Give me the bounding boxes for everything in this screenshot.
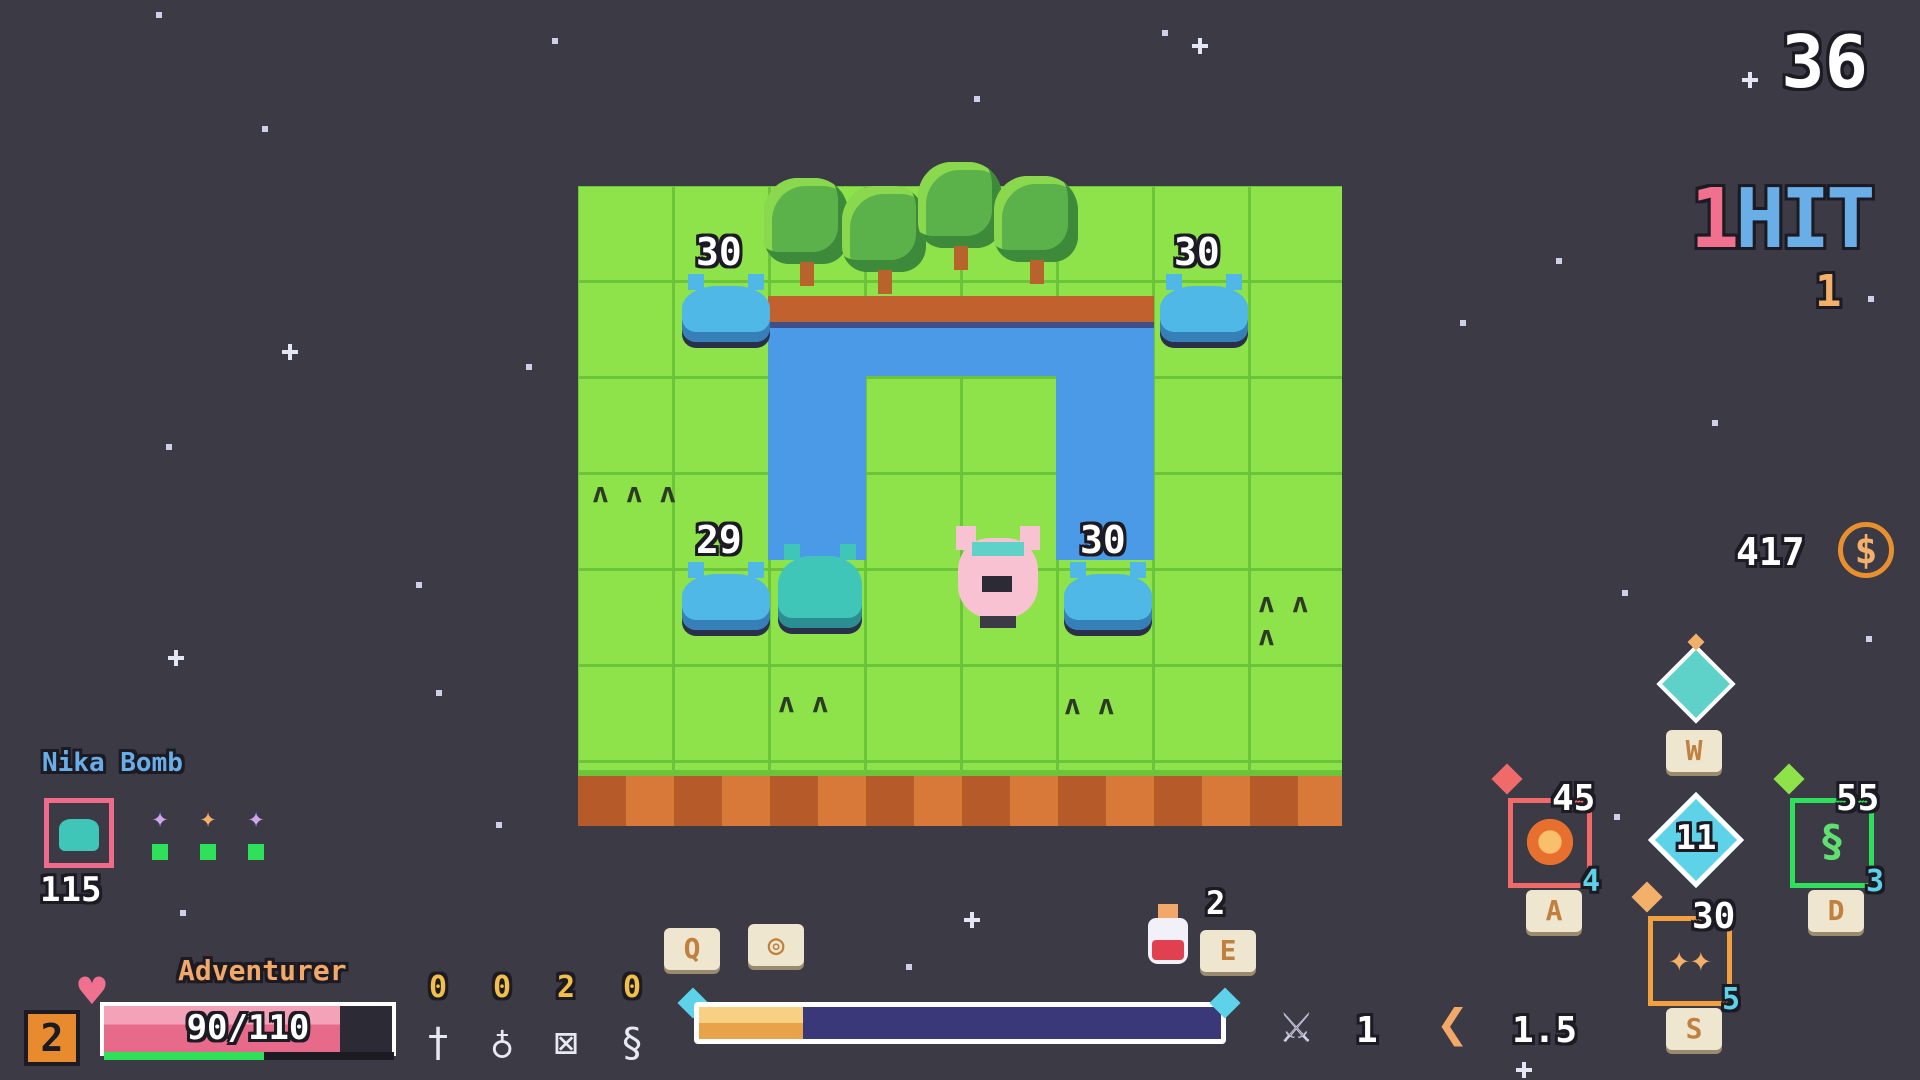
star bbox=[1712, 420, 1718, 426]
cliff-ledge bbox=[768, 296, 1154, 328]
skill-charge-fill bbox=[699, 1007, 804, 1039]
star bbox=[552, 38, 558, 44]
item-slot[interactable] bbox=[44, 798, 114, 868]
coin-icon: $ bbox=[1838, 522, 1894, 578]
health-text: 90/110 bbox=[186, 1008, 310, 1048]
health-bar: 90/110 bbox=[100, 1002, 396, 1056]
star bbox=[1162, 30, 1168, 36]
star bbox=[1866, 636, 1872, 642]
star bbox=[1460, 320, 1466, 326]
combo-sub-count: 1 bbox=[1815, 266, 1842, 317]
s-key-button[interactable]: S bbox=[1666, 1008, 1722, 1050]
star bbox=[1868, 296, 1874, 302]
star bbox=[974, 96, 980, 102]
d-ability-cost: 55 bbox=[1836, 778, 1880, 819]
star bbox=[906, 964, 912, 970]
shield-icon: ♁ bbox=[489, 1020, 515, 1066]
topaz-gem-icon bbox=[1631, 881, 1663, 913]
d-ability-level: 3 bbox=[1866, 864, 1885, 899]
star bbox=[1614, 814, 1620, 820]
enemy-hp: 29 bbox=[696, 518, 742, 562]
stat-value: 0 bbox=[622, 970, 642, 1005]
skill-charge-bar bbox=[694, 1002, 1226, 1044]
charge-pip bbox=[152, 844, 168, 860]
combo-count: 1 bbox=[1690, 172, 1739, 267]
player-class: Adventurer bbox=[178, 954, 347, 987]
grass-tuft: ʌ ʌ ʌ bbox=[1258, 586, 1309, 652]
potion-count: 2 bbox=[1206, 884, 1226, 922]
stat-value: 2 bbox=[556, 970, 576, 1005]
s-ability-level: 5 bbox=[1722, 982, 1741, 1017]
dagger-icon: † bbox=[425, 1020, 451, 1066]
star bbox=[166, 444, 172, 450]
s-ability-cost: 30 bbox=[1692, 896, 1736, 937]
charge-pip bbox=[248, 844, 264, 860]
ruby-gem-icon bbox=[1491, 763, 1523, 795]
star bbox=[180, 910, 186, 916]
tree bbox=[994, 176, 1078, 286]
player-character bbox=[950, 526, 1046, 630]
chain-icon: § bbox=[619, 1020, 645, 1066]
enemy-hp: 30 bbox=[1080, 518, 1126, 562]
tree bbox=[918, 162, 1002, 272]
stat-value: 0 bbox=[428, 970, 448, 1005]
star bbox=[436, 690, 442, 696]
grass-tuft: ʌ ʌ bbox=[1064, 688, 1115, 721]
enemy-hp: 30 bbox=[1174, 230, 1220, 274]
attack-value: 1 bbox=[1356, 1010, 1378, 1051]
star bbox=[1622, 590, 1628, 596]
center-gem-count: 11 bbox=[1675, 818, 1717, 858]
grass-tuft: ʌ ʌ ʌ bbox=[592, 476, 677, 509]
star bbox=[1556, 258, 1562, 264]
slime-enemy[interactable] bbox=[682, 562, 770, 630]
star bbox=[526, 364, 532, 370]
star bbox=[416, 582, 422, 588]
w-ability-icon[interactable] bbox=[1656, 633, 1740, 728]
grass-tuft: ʌ ʌ bbox=[778, 686, 829, 719]
emerald-gem-icon bbox=[1773, 763, 1805, 795]
dirt-edge bbox=[578, 770, 1342, 826]
a-ability-level: 4 bbox=[1582, 864, 1601, 899]
sword-icon: ⚔ bbox=[1280, 992, 1313, 1055]
ward-icon: ⊠ bbox=[553, 1020, 579, 1066]
slime-enemy[interactable] bbox=[1160, 274, 1248, 342]
level-badge: 2 bbox=[24, 1010, 80, 1066]
star bbox=[496, 822, 502, 828]
round-timer: 36 bbox=[1781, 20, 1868, 104]
speed-value: 1.5 bbox=[1512, 1010, 1578, 1051]
coin-count: 417 bbox=[1736, 530, 1805, 574]
star bbox=[156, 12, 162, 18]
experience-fill bbox=[104, 1052, 264, 1060]
a-ability-cost: 45 bbox=[1552, 778, 1596, 819]
sparkle-icon: ✦ bbox=[151, 801, 169, 834]
sparkle-icon: ✦ bbox=[199, 801, 217, 834]
slime-enemy[interactable] bbox=[1064, 562, 1152, 630]
tree bbox=[764, 178, 848, 288]
slime-enemy[interactable] bbox=[682, 274, 770, 342]
d-key-button[interactable]: D bbox=[1808, 890, 1864, 932]
item-name: Nika Bomb bbox=[42, 748, 183, 778]
e-key-button[interactable]: E bbox=[1200, 930, 1256, 972]
q-key-button[interactable]: Q bbox=[664, 928, 720, 970]
combo-counter: 1HIT bbox=[1690, 172, 1875, 267]
combo-word: HIT bbox=[1735, 172, 1875, 267]
slime-bomb-icon bbox=[59, 819, 99, 851]
teal-slime-enemy[interactable] bbox=[778, 544, 862, 628]
charge-pip bbox=[200, 844, 216, 860]
arena-map: 30 30 29 30 ʌ ʌ ʌ ʌ ʌ ʌ ʌ ʌ ʌ ʌ bbox=[578, 162, 1342, 826]
speed-icon: ❮ bbox=[1436, 992, 1469, 1055]
a-key-button[interactable]: A bbox=[1526, 890, 1582, 932]
potion-icon[interactable] bbox=[1144, 904, 1192, 968]
water-left bbox=[768, 320, 866, 560]
tree bbox=[842, 186, 926, 296]
stat-value: 0 bbox=[492, 970, 512, 1005]
star bbox=[262, 126, 268, 132]
experience-bar bbox=[104, 1052, 394, 1060]
vision-key-button[interactable]: ◎ bbox=[748, 924, 804, 966]
enemy-hp: 30 bbox=[696, 230, 742, 274]
w-key-button[interactable]: W bbox=[1666, 730, 1722, 772]
item-count: 115 bbox=[40, 870, 102, 910]
sparkle-icon: ✦ bbox=[247, 801, 265, 834]
